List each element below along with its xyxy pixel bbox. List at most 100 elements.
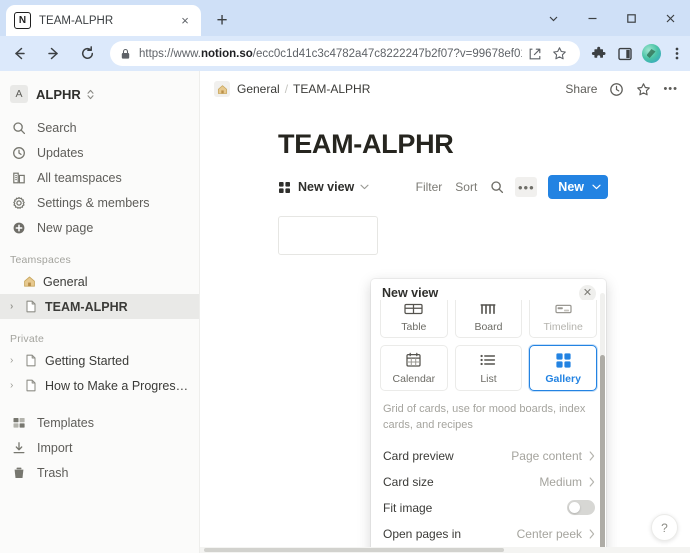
extensions-puzzle-icon[interactable] <box>586 40 612 68</box>
maximize-icon[interactable] <box>612 0 651 36</box>
view-type-board[interactable]: Board <box>454 300 523 338</box>
chevron-right-icon[interactable] <box>589 451 595 461</box>
list-icon <box>479 351 497 369</box>
notion-sidebar: A ALPHR Search Updates All teamspaces Se… <box>0 71 200 553</box>
sidebar-item-trash[interactable]: Trash <box>0 460 199 485</box>
side-panel-icon[interactable] <box>612 40 638 68</box>
sidebar-item-templates[interactable]: Templates <box>0 410 199 435</box>
gallery-card-placeholder[interactable] <box>278 216 378 255</box>
search-icon <box>10 119 28 137</box>
reload-icon[interactable] <box>72 39 102 69</box>
new-button[interactable]: New <box>548 175 608 199</box>
chevron-down-icon[interactable] <box>360 182 369 192</box>
chevron-right-icon[interactable] <box>589 529 595 539</box>
browser-tab[interactable]: N TEAM-ALPHR × <box>6 5 201 36</box>
chevron-down-icon[interactable] <box>592 182 601 192</box>
help-button[interactable]: ? <box>651 514 678 541</box>
address-bar[interactable]: https://www.notion.so/ecc0c1d41c3c4782a4… <box>110 41 580 66</box>
option-card-size[interactable]: Card size Medium <box>371 469 606 495</box>
sidebar-item-new-page[interactable]: New page <box>0 215 199 240</box>
fit-image-toggle[interactable] <box>567 500 595 516</box>
sidebar-item-import[interactable]: Import <box>0 435 199 460</box>
sidebar-item-label: Import <box>37 440 73 455</box>
view-more-options-button[interactable]: ••• <box>515 177 538 197</box>
star-icon[interactable] <box>548 43 570 65</box>
share-icon[interactable] <box>524 43 546 65</box>
option-label: Open pages in <box>383 526 462 541</box>
view-type-calendar[interactable]: Calendar <box>380 345 448 391</box>
close-icon[interactable]: ✕ <box>579 284 596 302</box>
star-icon[interactable] <box>636 78 651 100</box>
minimize-icon[interactable] <box>573 0 612 36</box>
sidebar-item-settings[interactable]: Settings & members <box>0 190 199 215</box>
breadcrumb-parent[interactable]: General <box>237 82 280 96</box>
view-type-description: Grid of cards, use for mood boards, inde… <box>383 403 586 431</box>
view-type-timeline[interactable]: Timeline <box>529 300 597 338</box>
import-icon <box>10 439 28 457</box>
filter-button[interactable]: Filter <box>416 180 443 194</box>
forward-icon[interactable] <box>38 39 68 69</box>
sidebar-item-how-to-make-a-progress[interactable]: › How to Make a Progress … <box>0 373 199 398</box>
page-title[interactable]: TEAM-ALPHR <box>278 129 690 160</box>
new-button-label: New <box>558 180 584 194</box>
view-type-list[interactable]: List <box>454 345 523 391</box>
option-open-pages-in[interactable]: Open pages in Center peek <box>371 521 606 547</box>
horizontal-scrollbar[interactable] <box>200 547 690 553</box>
new-tab-button[interactable]: + <box>210 8 234 32</box>
option-card-preview[interactable]: Card preview Page content <box>371 443 606 469</box>
chevron-right-icon[interactable]: › <box>10 380 22 391</box>
close-window-icon[interactable] <box>651 0 690 36</box>
window-controls <box>534 0 690 36</box>
sidebar-item-label: Updates <box>37 145 84 160</box>
sidebar-item-getting-started[interactable]: › Getting Started <box>0 348 199 373</box>
sidebar-item-search[interactable]: Search <box>0 115 199 140</box>
chevron-right-icon[interactable] <box>589 477 595 487</box>
horizontal-scrollbar-thumb[interactable] <box>204 548 504 552</box>
back-icon[interactable] <box>4 39 34 69</box>
sidebar-item-general[interactable]: General <box>0 269 199 294</box>
view-type-table[interactable]: Table <box>380 300 448 338</box>
breadcrumb[interactable]: General / TEAM-ALPHR <box>237 82 370 96</box>
sidebar-item-label: Search <box>37 120 77 135</box>
table-icon <box>404 300 423 317</box>
updates-clock-icon[interactable] <box>609 78 624 100</box>
more-options-icon[interactable]: ••• <box>663 78 678 100</box>
browser-window: N TEAM-ALPHR × + https://www.notion.so/e… <box>0 0 690 553</box>
gallery-icon <box>555 351 572 369</box>
view-type-gallery[interactable]: Gallery <box>529 345 597 391</box>
board-icon <box>479 300 498 317</box>
share-button[interactable]: Share <box>565 78 597 100</box>
chevron-down-icon[interactable] <box>534 0 573 36</box>
chevron-right-icon[interactable]: › <box>10 355 22 366</box>
sidebar-item-team-alphr[interactable]: › TEAM-ALPHR <box>0 294 199 319</box>
popup-scrollbar-thumb[interactable] <box>600 355 605 553</box>
view-tab-label: New view <box>298 180 355 194</box>
view-type-label: Calendar <box>392 373 436 385</box>
view-type-label: Board <box>474 321 503 333</box>
view-type-label: Gallery <box>545 373 581 385</box>
kebab-menu-icon[interactable] <box>664 40 690 68</box>
profile-avatar[interactable] <box>638 40 664 68</box>
sidebar-item-all-teamspaces[interactable]: All teamspaces <box>0 165 199 190</box>
view-type-label: Table <box>401 321 427 333</box>
house-emoji-icon <box>22 274 37 289</box>
sidebar-item-updates[interactable]: Updates <box>0 140 199 165</box>
option-value: Center peek <box>516 526 582 541</box>
popup-scrollbar[interactable] <box>600 293 605 553</box>
workspace-switcher[interactable]: A ALPHR <box>10 79 191 109</box>
address-bar-url: https://www.notion.so/ecc0c1d41c3c4782a4… <box>139 47 522 60</box>
option-fit-image[interactable]: Fit image <box>371 495 606 521</box>
breadcrumb-current[interactable]: TEAM-ALPHR <box>293 82 370 96</box>
chevron-right-icon[interactable]: › <box>10 301 22 312</box>
lock-icon <box>120 48 131 60</box>
browser-tab-strip: N TEAM-ALPHR × + <box>0 0 690 36</box>
sidebar-item-label: Getting Started <box>45 353 130 368</box>
settings-gear-icon <box>10 194 28 212</box>
sidebar-item-label: How to Make a Progress … <box>45 378 189 393</box>
sort-button[interactable]: Sort <box>455 180 477 194</box>
close-icon[interactable]: × <box>177 13 193 29</box>
view-tab-new-view[interactable]: New view <box>278 180 369 194</box>
search-icon[interactable] <box>490 180 504 194</box>
teamspaces-icon <box>10 169 28 187</box>
notion-topbar: General / TEAM-ALPHR Share ••• <box>200 71 690 107</box>
